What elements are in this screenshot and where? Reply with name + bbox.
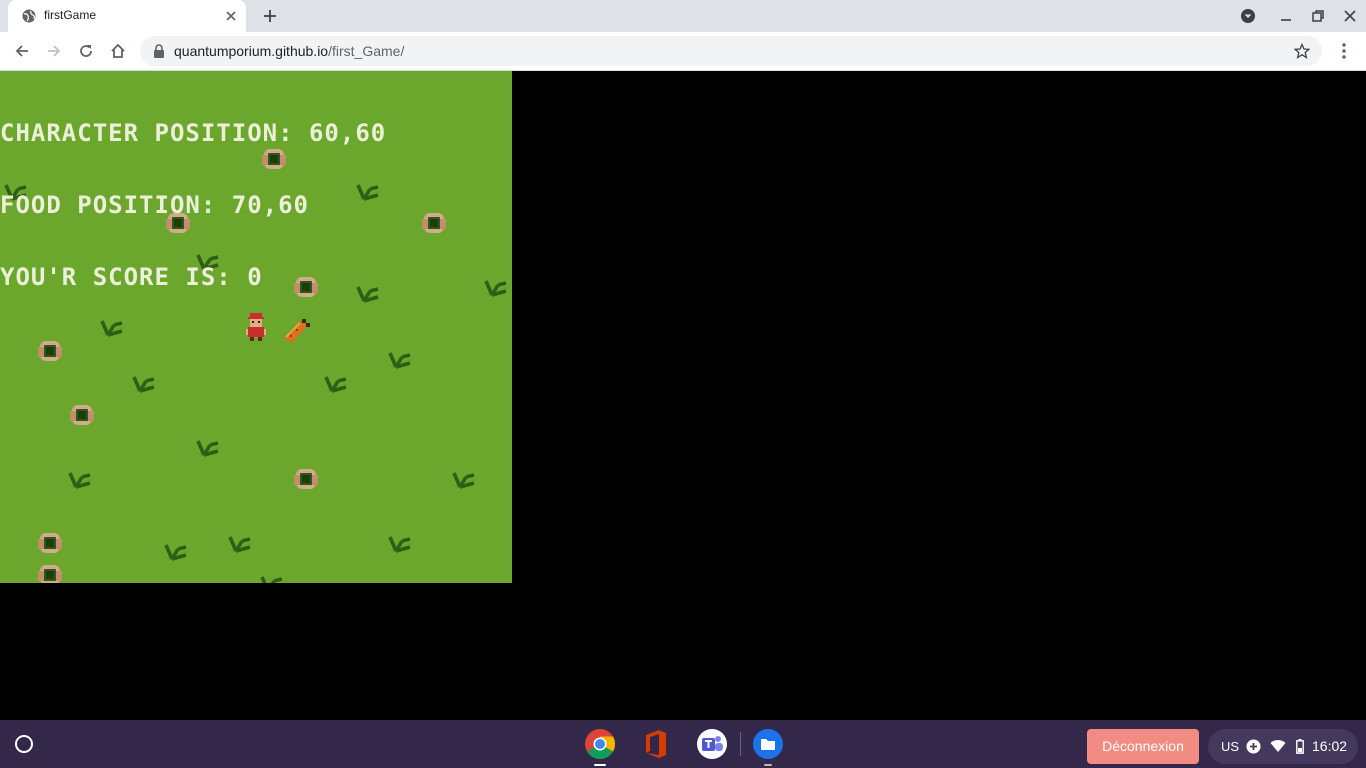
grass-tuft-sprite <box>228 536 251 553</box>
close-window-icon[interactable] <box>1342 8 1358 24</box>
tab-strip: firstGame <box>0 0 1366 32</box>
restore-icon[interactable] <box>1310 8 1326 24</box>
shelf-divider <box>740 732 741 756</box>
back-icon[interactable] <box>13 42 31 60</box>
tab-search-icon[interactable] <box>1240 8 1256 24</box>
grass-tuft-sprite <box>452 472 475 489</box>
add-circle-icon[interactable] <box>1246 739 1261 754</box>
wifi-icon <box>1270 740 1286 752</box>
files-icon[interactable] <box>752 728 784 760</box>
battery-icon <box>1296 739 1304 754</box>
close-tab-icon[interactable] <box>224 9 238 23</box>
game-hud: CHARACTER POSITION: 60,60 FOOD POSITION:… <box>0 73 386 337</box>
grass-tuft-sprite <box>484 280 507 297</box>
grass-tuft-sprite <box>164 544 187 561</box>
office-icon[interactable] <box>640 728 672 760</box>
rock-hole-sprite <box>294 469 318 489</box>
rock-hole-sprite <box>38 565 62 583</box>
browser-toolbar: quantumporium.github.io/first_Game/ <box>0 32 1366 71</box>
grass-tuft-sprite <box>68 472 91 489</box>
reload-icon[interactable] <box>77 42 95 60</box>
rock-hole-sprite <box>38 533 62 553</box>
status-tray[interactable]: US 16:02 <box>1208 729 1358 764</box>
page-viewport: CHARACTER POSITION: 60,60 FOOD POSITION:… <box>0 71 1366 720</box>
grass-tuft-sprite <box>324 376 347 393</box>
ime-indicator[interactable]: US <box>1221 739 1239 754</box>
game-canvas[interactable]: CHARACTER POSITION: 60,60 FOOD POSITION:… <box>0 71 512 583</box>
address-bar[interactable]: quantumporium.github.io/first_Game/ <box>140 36 1322 66</box>
home-icon[interactable] <box>109 42 127 60</box>
url-text: quantumporium.github.io/first_Game/ <box>174 43 404 59</box>
globe-icon <box>22 9 36 23</box>
rock-hole-sprite <box>70 405 94 425</box>
teams-icon[interactable] <box>696 728 728 760</box>
files-open-indicator <box>764 764 772 766</box>
tab-title: firstGame <box>44 8 97 22</box>
more-menu-icon[interactable] <box>1336 42 1352 60</box>
food-position-text: FOOD POSITION: 70,60 <box>0 191 309 219</box>
url-path: /first_Game/ <box>328 43 405 59</box>
grass-tuft-sprite <box>388 536 411 553</box>
forward-icon[interactable] <box>45 42 63 60</box>
score-text: YOU'R SCORE IS: 0 <box>0 263 263 291</box>
url-host: quantumporium.github.io <box>174 43 329 59</box>
logout-button[interactable]: Déconnexion <box>1087 729 1199 764</box>
minimize-icon[interactable] <box>1278 8 1294 24</box>
grass-tuft-sprite <box>132 376 155 393</box>
grass-tuft-sprite <box>196 440 219 457</box>
bookmark-star-icon[interactable] <box>1294 43 1310 59</box>
rock-hole-sprite <box>422 213 446 233</box>
grass-tuft-sprite <box>260 576 283 583</box>
chrome-icon[interactable] <box>584 728 616 760</box>
os-shelf: Déconnexion US 16:02 <box>0 720 1366 768</box>
character-position-text: CHARACTER POSITION: 60,60 <box>0 119 387 147</box>
new-tab-icon[interactable] <box>262 8 278 24</box>
tab-firstgame[interactable]: firstGame <box>8 0 246 32</box>
launcher-icon[interactable] <box>12 732 36 756</box>
grass-tuft-sprite <box>388 352 411 369</box>
rock-hole-sprite <box>38 341 62 361</box>
clock: 16:02 <box>1312 738 1348 754</box>
chrome-active-indicator <box>594 764 606 766</box>
lock-icon[interactable] <box>153 44 165 58</box>
